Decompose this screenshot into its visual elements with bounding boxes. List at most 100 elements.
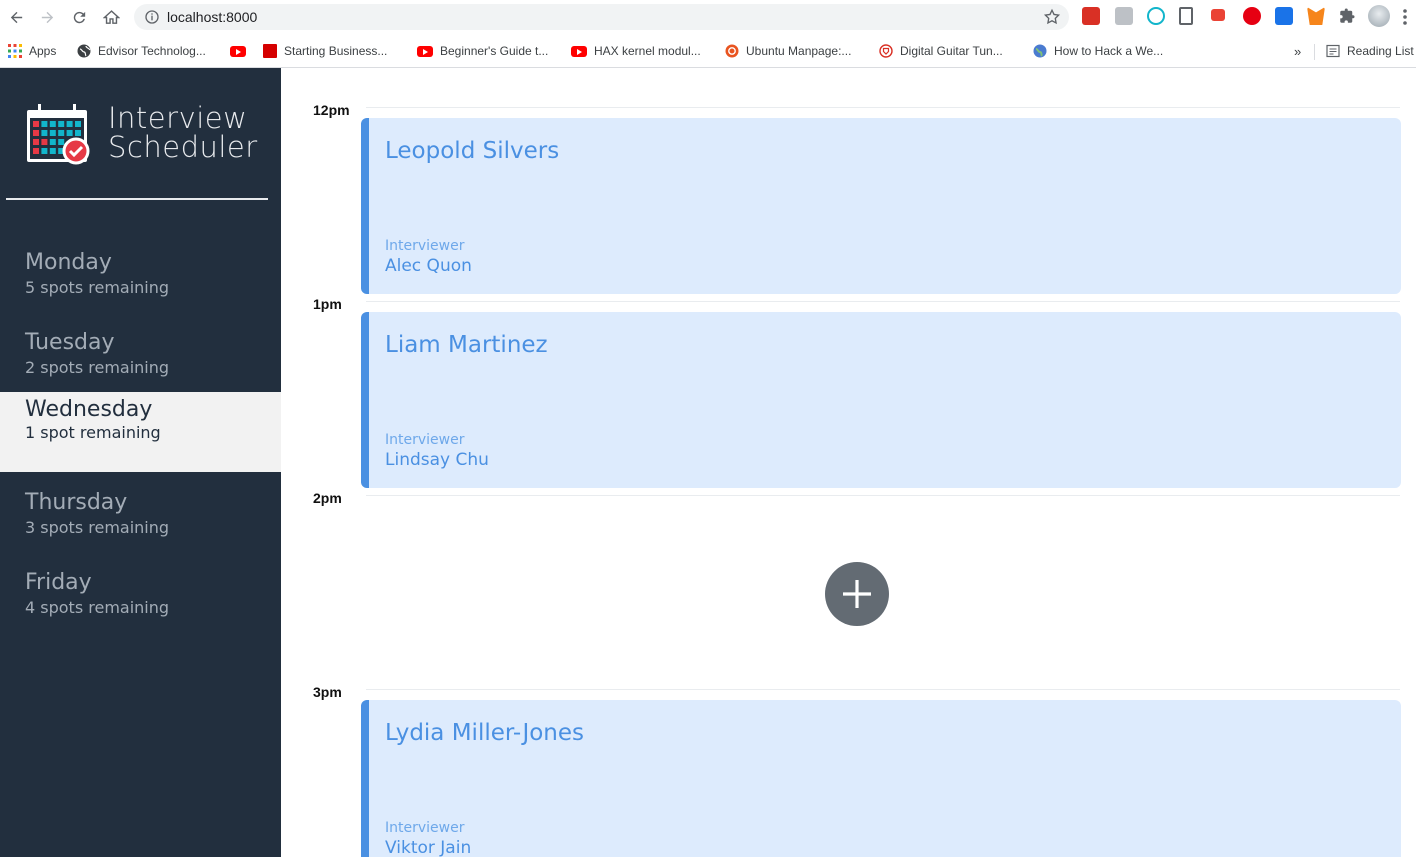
youtube-icon (417, 45, 433, 57)
bookmark-label: Beginner's Guide t... (440, 44, 549, 58)
slot-time: 2pm (313, 490, 342, 506)
reading-list-icon (1326, 44, 1340, 58)
bookmark-star-icon[interactable] (1043, 8, 1061, 26)
student-name: Lydia Miller-Jones (385, 720, 585, 746)
reading-list-button[interactable]: Reading List (1326, 42, 1414, 60)
apps-label: Apps (29, 44, 57, 58)
youtube-icon (571, 45, 587, 57)
student-name: Liam Martinez (385, 332, 548, 358)
reload-button[interactable] (67, 5, 91, 29)
day-name: Thursday (25, 490, 128, 515)
add-appointment-button[interactable] (825, 562, 889, 626)
globe-icon (1033, 44, 1047, 58)
opera-icon[interactable] (1243, 7, 1261, 25)
url-text[interactable]: localhost:8000 (167, 9, 257, 25)
profile-avatar[interactable] (1368, 5, 1390, 27)
day-name: Monday (25, 250, 112, 275)
day-spots: 4 spots remaining (25, 598, 170, 617)
plus-icon (843, 580, 871, 608)
home-icon (102, 9, 120, 24)
globe-icon (77, 44, 91, 58)
app-title-line1: Interview (108, 101, 248, 135)
forward-button[interactable] (35, 5, 59, 29)
time-slot: 12pm Leopold Silvers Interviewer Alec Qu… (282, 68, 1416, 294)
interviewer-label: Interviewer (385, 432, 465, 448)
bookmark-item[interactable]: Digital Guitar Tun... (879, 42, 1003, 60)
puzzle-icon[interactable] (1338, 7, 1356, 25)
extension-teal-icon[interactable] (1147, 7, 1165, 25)
extension-document-icon[interactable] (1179, 7, 1193, 25)
arrow-right-icon (41, 11, 53, 23)
extension-gray-icon[interactable] (1115, 7, 1133, 25)
day-item-tuesday[interactable]: Tuesday 2 spots remaining (0, 320, 281, 400)
extension-badge-icon[interactable] (1211, 9, 1225, 21)
info-icon[interactable] (144, 9, 160, 25)
sidebar-divider (6, 198, 268, 200)
schedule: 12pm Leopold Silvers Interviewer Alec Qu… (282, 68, 1416, 858)
slot-divider (366, 301, 1400, 302)
day-item-monday[interactable]: Monday 5 spots remaining (0, 240, 281, 320)
bookmark-label: HAX kernel modul... (594, 44, 701, 58)
day-item-thursday[interactable]: Thursday 3 spots remaining (0, 480, 281, 560)
time-slot: 1pm Liam Martinez Interviewer Lindsay Ch… (282, 262, 1416, 488)
day-name: Tuesday (25, 330, 115, 355)
app-title: Interview Scheduler (108, 104, 258, 162)
guitar-icon (879, 44, 893, 58)
interviewer-label: Interviewer (385, 238, 465, 254)
reading-list-label: Reading List (1347, 44, 1414, 58)
day-spots: 3 spots remaining (25, 518, 170, 537)
day-name: Friday (25, 570, 92, 595)
slot-divider (366, 495, 1400, 496)
slot-divider (366, 107, 1400, 108)
home-button[interactable] (99, 5, 123, 29)
day-name: Wednesday (25, 397, 153, 422)
app-brand: Interview Scheduler (26, 104, 276, 168)
red-square-icon (263, 44, 277, 58)
extension-blue-icon[interactable] (1275, 7, 1293, 25)
apps-shortcut[interactable]: Apps (8, 42, 56, 60)
interviewer-name: Viktor Jain (385, 838, 472, 858)
student-name: Leopold Silvers (385, 138, 560, 164)
appointment-card[interactable]: Lydia Miller-Jones Interviewer Viktor Ja… (361, 700, 1401, 858)
day-spots: 1 spot remaining (25, 423, 161, 442)
bookmark-item[interactable]: Starting Business... (263, 42, 387, 60)
time-slot: 3pm Lydia Miller-Jones Interviewer Vikto… (282, 650, 1416, 858)
slot-divider (366, 689, 1400, 690)
bookmark-item[interactable]: Beginner's Guide t... (417, 42, 548, 60)
day-spots: 2 spots remaining (25, 358, 170, 377)
bookmark-item[interactable] (230, 42, 246, 60)
bookmarks-overflow-button[interactable]: » (1294, 42, 1301, 60)
bookmark-label: Ubuntu Manpage:... (746, 44, 852, 58)
bookmark-item[interactable]: Edvisor Technolog... (77, 42, 206, 60)
bookmark-item[interactable]: Ubuntu Manpage:... (725, 42, 851, 60)
day-item-friday[interactable]: Friday 4 spots remaining (0, 560, 281, 640)
bookmark-label: How to Hack a We... (1054, 44, 1164, 58)
app-title-line2: Scheduler (108, 130, 258, 164)
ubuntu-icon (725, 44, 739, 58)
day-spots: 5 spots remaining (25, 278, 170, 297)
bookmarks-divider (1314, 44, 1315, 60)
apps-grid-icon (8, 44, 22, 58)
metamask-fox-icon[interactable] (1307, 7, 1325, 25)
calendar-logo-icon (27, 104, 90, 165)
interviewer-label: Interviewer (385, 820, 465, 836)
bookmark-item[interactable]: HAX kernel modul... (571, 42, 701, 60)
bookmark-label: Starting Business... (284, 44, 388, 58)
slot-time: 12pm (313, 102, 350, 118)
bookmarks-bar: Apps Edvisor Technolog... Starting Busin… (0, 37, 1416, 65)
browser-toolbar: localhost:8000 (0, 0, 1416, 34)
day-item-wednesday[interactable]: Wednesday 1 spot remaining (0, 392, 281, 472)
bookmark-item[interactable]: How to Hack a We... (1033, 42, 1163, 60)
browser-chrome: localhost:8000 Apps Edvisor Technolog... (0, 0, 1416, 68)
more-menu-icon[interactable] (1402, 8, 1408, 26)
slot-time: 1pm (313, 296, 342, 312)
slot-time: 3pm (313, 684, 342, 700)
arrow-left-icon (10, 11, 22, 23)
youtube-icon (230, 45, 246, 57)
bookmark-label: Digital Guitar Tun... (900, 44, 1003, 58)
address-bar[interactable]: localhost:8000 (134, 4, 1069, 30)
back-button[interactable] (4, 5, 28, 29)
reload-icon (73, 11, 85, 23)
sidebar: Interview Scheduler Monday 5 spots remai… (0, 68, 281, 857)
extension-red-icon[interactable] (1082, 7, 1100, 25)
